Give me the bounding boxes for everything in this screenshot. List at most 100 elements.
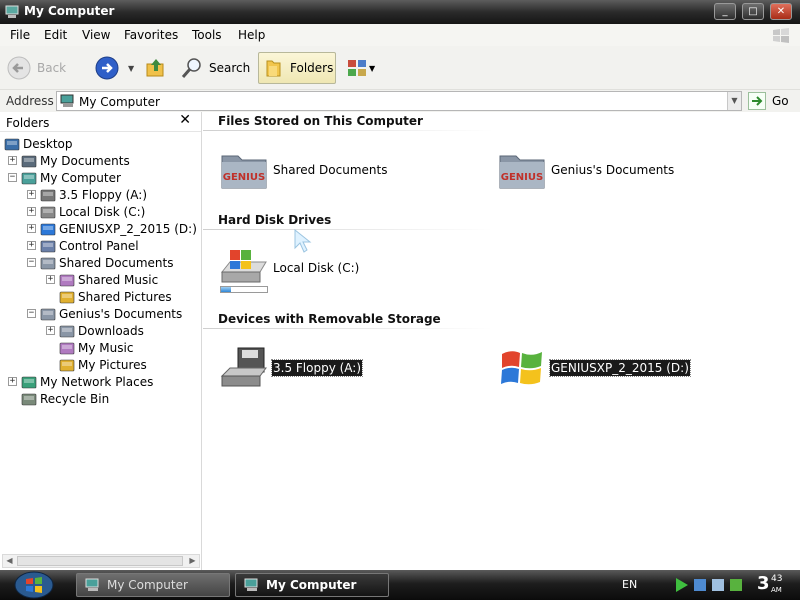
up-folder-icon <box>146 59 164 77</box>
tree-item[interactable]: My Pictures <box>46 356 147 373</box>
item-shared-documents[interactable]: GENIUS Shared Documents <box>220 146 388 194</box>
tree-item-label: My Music <box>78 340 134 355</box>
tree-item[interactable]: + My Documents <box>8 152 130 169</box>
menu-edit[interactable]: Edit <box>44 28 67 42</box>
expand-icon[interactable]: + <box>27 190 36 199</box>
back-button[interactable]: Back <box>6 52 66 84</box>
address-field[interactable]: My Computer ▼ <box>56 91 742 111</box>
collapse-icon[interactable]: − <box>8 173 17 182</box>
network-places-icon <box>21 375 37 389</box>
expand-icon[interactable]: + <box>46 275 55 284</box>
back-arrow-icon <box>7 56 31 80</box>
go-arrow-icon[interactable] <box>748 92 766 110</box>
start-button[interactable] <box>14 571 54 599</box>
forward-dropdown-icon[interactable]: ▼ <box>128 52 134 84</box>
expand-icon[interactable]: + <box>27 207 36 216</box>
up-folder-button[interactable] <box>144 52 168 84</box>
expand-icon[interactable]: + <box>8 156 17 165</box>
tree-item[interactable]: + Local Disk (C:) <box>27 203 145 220</box>
folder-brand-text: GENIUS <box>501 172 543 183</box>
scrollbar-thumb[interactable] <box>17 556 183 566</box>
address-label: Address <box>6 94 54 108</box>
disk-usage-bar <box>220 286 268 293</box>
tree-item[interactable]: + Shared Music <box>46 271 158 288</box>
my-documents-icon <box>21 154 37 168</box>
toolbar: Back ▼ Search Folders ▼ <box>0 46 800 90</box>
folders-button[interactable]: Folders <box>258 52 336 84</box>
group-divider <box>203 130 493 131</box>
title-bar[interactable]: My Computer _ □ ✕ <box>0 0 800 24</box>
tree-item[interactable]: − Shared Documents <box>27 254 173 271</box>
item-genius-documents[interactable]: GENIUS Genius's Documents <box>498 146 675 194</box>
minimize-button[interactable]: _ <box>714 3 736 20</box>
music-folder-icon <box>59 273 75 287</box>
maximize-button[interactable]: □ <box>742 3 764 20</box>
item-local-disk[interactable]: Local Disk (C:) <box>220 244 360 292</box>
expand-icon[interactable]: + <box>27 241 36 250</box>
close-icon[interactable]: ✕ <box>179 112 191 128</box>
folder-icon: GENIUS <box>499 155 545 189</box>
tree-item-label: Shared Documents <box>59 255 174 270</box>
language-indicator[interactable]: EN <box>622 578 637 591</box>
item-label: Shared Documents <box>273 163 388 177</box>
floppy-drive-icon <box>40 188 56 202</box>
group-header-removable: Devices with Removable Storage <box>218 312 441 326</box>
tree-item[interactable]: + Downloads <box>46 322 144 339</box>
menu-view[interactable]: View <box>82 28 110 42</box>
content-pane: Files Stored on This Computer GENIUS Sha… <box>203 112 800 570</box>
collapse-icon[interactable]: − <box>27 309 36 318</box>
expand-icon[interactable]: + <box>8 377 17 386</box>
tree-item-label: 3.5 Floppy (A:) <box>59 187 148 202</box>
menu-help[interactable]: Help <box>238 28 265 42</box>
tree-item-label: Downloads <box>78 323 144 338</box>
tree-item-label: My Network Places <box>40 374 154 389</box>
expand-icon[interactable]: + <box>46 326 55 335</box>
computer-icon <box>60 94 74 107</box>
tree-item-label: My Pictures <box>78 357 147 372</box>
search-button[interactable]: Search <box>180 52 250 84</box>
forward-button[interactable] <box>94 52 120 84</box>
search-label: Search <box>209 61 251 75</box>
security-icon <box>730 579 742 591</box>
folder-brand-text: GENIUS <box>223 172 265 183</box>
scroll-left-icon[interactable]: ◀ <box>3 555 16 567</box>
item-label: GENIUSXP_2_2015 (D:) <box>549 359 691 377</box>
network-icon <box>694 579 706 591</box>
tree-item[interactable]: +3.5 Floppy (A:) <box>27 186 147 203</box>
horizontal-scrollbar[interactable]: ◀ ▶ <box>2 554 200 568</box>
back-label: Back <box>37 61 67 75</box>
close-button[interactable]: ✕ <box>770 3 792 20</box>
display-icon <box>712 579 724 591</box>
tree-item[interactable]: Shared Pictures <box>46 288 172 305</box>
go-button[interactable]: Go <box>772 94 789 108</box>
item-cd-drive[interactable]: GENIUSXP_2_2015 (D:) <box>498 344 691 392</box>
tree-item[interactable]: + Control Panel <box>27 237 139 254</box>
menu-favorites[interactable]: Favorites <box>124 28 178 42</box>
tree-item[interactable]: Recycle Bin <box>8 390 109 407</box>
folders-pane: Folders ✕ Desktop + My Documents − My Comput… <box>0 112 202 570</box>
tree-item[interactable]: Desktop <box>4 135 73 152</box>
views-button[interactable]: ▼ <box>346 52 375 84</box>
computer-icon <box>5 5 19 18</box>
address-dropdown-icon[interactable]: ▼ <box>727 92 741 110</box>
tree-item[interactable]: − My Computer <box>8 169 121 186</box>
pictures-folder-icon <box>59 290 75 304</box>
control-panel-icon <box>40 239 56 253</box>
taskbar-button-active[interactable]: My Computer <box>235 573 389 597</box>
expand-icon[interactable]: + <box>27 224 36 233</box>
disk-usage-fill <box>221 287 232 292</box>
tree-item-label: Control Panel <box>59 238 139 253</box>
scroll-right-icon[interactable]: ▶ <box>186 555 199 567</box>
search-icon <box>181 58 201 78</box>
recycle-bin-icon <box>21 392 37 406</box>
tree-item[interactable]: + GENIUSXP_2_2015 (D:) <box>27 220 197 237</box>
menu-tools[interactable]: Tools <box>192 28 222 42</box>
taskbar-button-inactive[interactable]: My Computer <box>76 573 230 597</box>
menu-file[interactable]: File <box>10 28 30 42</box>
collapse-icon[interactable]: − <box>27 258 36 267</box>
item-floppy-drive[interactable]: 3.5 Floppy (A:) <box>220 344 364 392</box>
tree-item[interactable]: − Genius's Documents <box>27 305 182 322</box>
tree-item[interactable]: + My Network Places <box>8 373 153 390</box>
folder-icon <box>40 307 56 321</box>
tree-item[interactable]: My Music <box>46 339 133 356</box>
